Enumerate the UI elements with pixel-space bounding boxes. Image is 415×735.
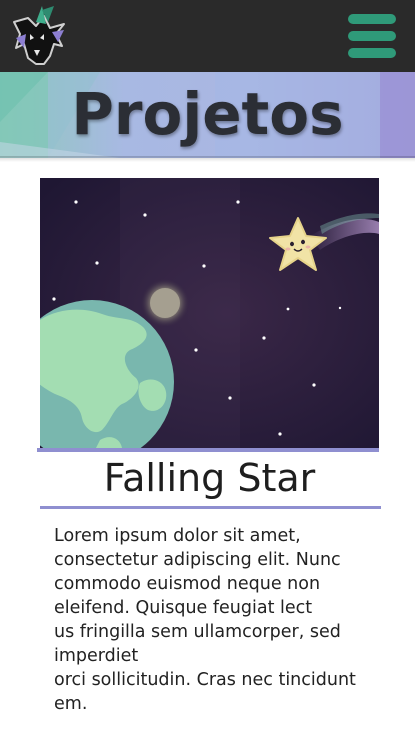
menu-bar-top [348, 14, 396, 24]
menu-bar-bottom [348, 48, 396, 58]
page-title: Projetos [71, 80, 344, 148]
project-thumbnail[interactable] [10, 178, 379, 464]
project-description: Lorem ipsum dolor sit amet, consectetur … [54, 526, 356, 714]
project-title[interactable]: Falling Star [40, 452, 379, 504]
title-divider [40, 506, 381, 509]
top-navigation-bar [0, 0, 415, 72]
wolf-logo-icon[interactable] [6, 4, 72, 70]
banner-shadow [0, 156, 415, 162]
page-banner: Projetos [0, 72, 415, 158]
hamburger-menu-icon[interactable] [348, 14, 398, 60]
menu-bar-middle [348, 31, 396, 41]
